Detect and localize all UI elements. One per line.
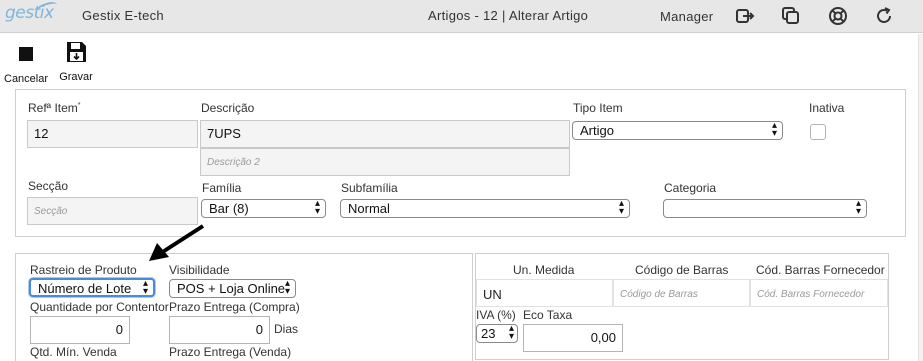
- save-button[interactable]: Gravar: [58, 40, 94, 83]
- tracking-select[interactable]: Número de Lote ▴ ▾: [29, 278, 155, 297]
- ref-input[interactable]: 12: [27, 120, 198, 148]
- description-input[interactable]: 7UPS: [200, 120, 570, 148]
- window-title: Artigos - 12 | Alterar Artigo: [428, 8, 589, 23]
- save-label: Gravar: [59, 71, 93, 83]
- vat-value: 23: [481, 326, 496, 341]
- qty-per-container-input[interactable]: 0: [30, 316, 130, 344]
- annotation-arrow-icon: [149, 224, 205, 261]
- user-name[interactable]: Manager: [660, 9, 713, 24]
- help-lifebuoy-icon[interactable]: [828, 6, 848, 26]
- save-disk-icon: [67, 42, 86, 62]
- qty-per-container-label: Quantidade por Contentor: [30, 300, 169, 314]
- select-arrows-icon: ▴ ▾: [284, 279, 290, 297]
- vat-select[interactable]: 23 ▴ ▾: [476, 324, 518, 343]
- family-label: Família: [202, 181, 242, 195]
- stop-icon: [19, 47, 33, 61]
- tracking-value: Número de Lote: [38, 281, 132, 296]
- col-supplier-barcode: Cód. Barras Fornecedor: [756, 263, 885, 277]
- vat-label: IVA (%): [476, 308, 516, 322]
- lead-time-buy-input[interactable]: 0: [169, 316, 270, 344]
- select-arrows-icon: ▴ ▾: [618, 199, 624, 217]
- lead-time-sell-label: Prazo Entrega (Venda): [169, 345, 292, 359]
- lead-time-buy-unit: Dias: [274, 322, 299, 336]
- required-mark: *: [77, 102, 81, 109]
- refresh-icon[interactable]: [874, 6, 894, 26]
- item-type-value: Artigo: [580, 123, 614, 138]
- visibility-select[interactable]: POS + Loja Online ▴ ▾: [169, 279, 296, 298]
- cancel-label: Cancelar: [4, 73, 49, 85]
- logout-icon[interactable]: [735, 6, 755, 26]
- subfamily-label: Subfamília: [341, 181, 398, 195]
- visibility-label: Visibilidade: [169, 263, 230, 277]
- inactive-label: Inativa: [809, 101, 845, 115]
- col-barcode: Código de Barras: [635, 263, 729, 277]
- select-arrows-icon: ▴ ▾: [855, 199, 861, 217]
- app-name: Gestix E-tech: [82, 8, 164, 23]
- select-arrows-icon: ▴ ▾: [508, 324, 514, 342]
- scrollbar[interactable]: [918, 34, 923, 361]
- subfamily-select[interactable]: Normal ▴ ▾: [340, 199, 630, 218]
- eco-tax-label: Eco Taxa: [523, 308, 573, 322]
- ref-label: Refª Item*: [28, 101, 81, 115]
- tracking-label: Rastreio de Produto: [30, 263, 137, 277]
- cancel-button[interactable]: Cancelar: [4, 40, 48, 85]
- section-input[interactable]: Secção: [27, 197, 198, 225]
- windows-icon[interactable]: [781, 6, 801, 26]
- lead-time-buy-label: Prazo Entrega (Compra): [169, 300, 300, 314]
- description-label: Descrição: [201, 101, 255, 115]
- eco-tax-input[interactable]: 0,00: [523, 324, 623, 352]
- category-label: Categoria: [664, 181, 717, 195]
- unit-cell[interactable]: UN: [476, 279, 613, 307]
- min-sale-qty-label: Qtd. Mín. Venda: [30, 345, 117, 359]
- barcode-cell[interactable]: Código de Barras: [613, 279, 750, 307]
- inactive-checkbox[interactable]: [810, 124, 826, 140]
- category-select[interactable]: ▴ ▾: [663, 199, 867, 218]
- family-value: Bar (8): [209, 201, 249, 216]
- family-select[interactable]: Bar (8) ▴ ▾: [201, 199, 326, 218]
- select-arrows-icon: ▴ ▾: [314, 199, 320, 217]
- supplier-barcode-cell[interactable]: Cód. Barras Fornecedor: [750, 279, 888, 307]
- description2-input[interactable]: Descrição 2: [200, 148, 570, 176]
- select-arrows-icon: ▴ ▾: [771, 121, 777, 139]
- item-type-select[interactable]: Artigo ▴ ▾: [572, 121, 783, 140]
- col-unit: Un. Medida: [513, 263, 575, 277]
- select-arrows-icon: ▴ ▾: [142, 278, 148, 297]
- subfamily-value: Normal: [348, 201, 390, 216]
- section-label: Secção: [28, 179, 69, 193]
- title-bar: gestix Gestix E-tech Artigos - 12 | Alte…: [0, 0, 923, 33]
- item-type-label: Tipo Item: [573, 101, 623, 115]
- visibility-value: POS + Loja Online: [177, 281, 286, 296]
